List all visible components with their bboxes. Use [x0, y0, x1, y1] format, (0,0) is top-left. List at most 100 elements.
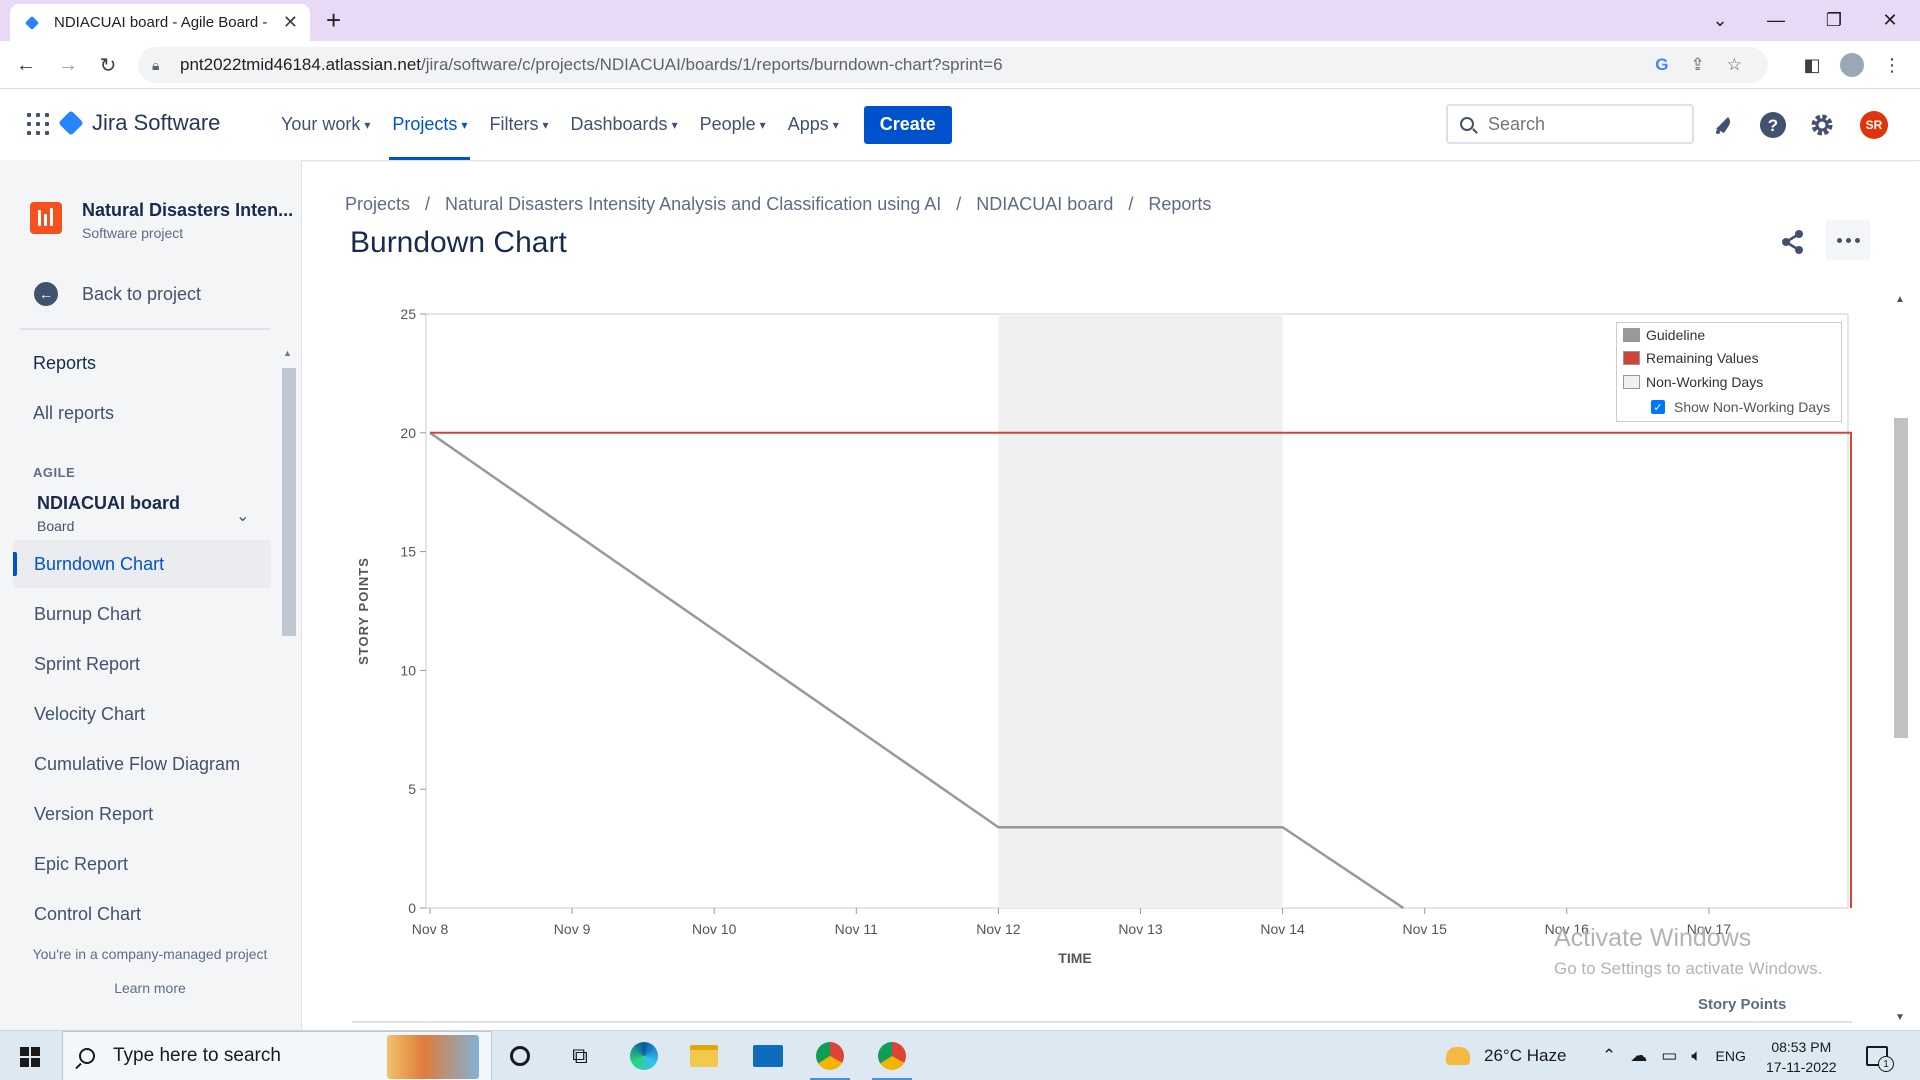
jira-favicon-icon — [25, 16, 39, 29]
weather-widget[interactable]: 26°C Haze — [1446, 1031, 1566, 1080]
chevron-down-icon: ▾ — [671, 117, 678, 132]
profile-avatar-icon[interactable] — [1836, 49, 1868, 81]
nav-your-work[interactable]: Your work ▾ — [270, 89, 381, 160]
notifications-bell-icon[interactable] — [1710, 111, 1738, 139]
breadcrumb-project[interactable]: Natural Disasters Intensity Analysis and… — [445, 194, 941, 215]
app-switcher-icon[interactable] — [27, 113, 49, 135]
chrome-profile-icon[interactable] — [868, 1036, 916, 1080]
legend-swatch — [1623, 375, 1640, 389]
sidebar-item-burndown-chart[interactable]: Burndown Chart — [13, 540, 271, 588]
chevron-down-icon: ▾ — [832, 117, 839, 132]
breadcrumb-projects[interactable]: Projects — [345, 194, 410, 215]
onedrive-cloud-icon[interactable]: ☁ — [1630, 1046, 1647, 1066]
close-window-icon[interactable]: ✕ — [1860, 0, 1920, 41]
main-scroll-thumb[interactable] — [1894, 418, 1908, 738]
sidebar-item-version-report[interactable]: Version Report — [13, 790, 271, 838]
windows-start-icon[interactable] — [20, 1047, 40, 1067]
file-explorer-icon[interactable] — [680, 1036, 728, 1076]
forward-arrow-icon[interactable]: → — [52, 49, 84, 81]
x-tick-label: Nov 9 — [554, 921, 591, 937]
back-arrow-icon[interactable]: ← — [10, 49, 42, 81]
taskbar-clock[interactable]: 08:53 PM 17-11-2022 — [1766, 1037, 1837, 1077]
content-divider — [352, 1021, 1852, 1023]
network-icon[interactable]: ▭ — [1661, 1046, 1677, 1066]
scroll-up-icon[interactable]: ▲ — [283, 348, 292, 358]
edge-browser-icon[interactable] — [620, 1036, 668, 1076]
search-input[interactable] — [1488, 113, 1678, 135]
jira-logo[interactable]: Jira Software — [58, 110, 220, 136]
x-tick-label: Nov 10 — [692, 921, 737, 937]
sidebar-scrollbar[interactable]: ▲ — [280, 348, 298, 938]
google-icon[interactable]: G — [1655, 55, 1668, 75]
sidebar-item-cumulative-flow[interactable]: Cumulative Flow Diagram — [13, 740, 271, 788]
learn-more-link[interactable]: Learn more — [0, 980, 300, 996]
tab-search-chevron-icon[interactable]: ⌄ — [1690, 0, 1750, 41]
sidebar-item-control-chart[interactable]: Control Chart — [13, 890, 271, 938]
side-panel-icon[interactable]: ◧ — [1796, 49, 1828, 81]
sidebar-item-burnup-chart[interactable]: Burnup Chart — [13, 590, 271, 638]
lock-icon: 🔒︎ — [152, 56, 160, 73]
sidebar-item-velocity-chart[interactable]: Velocity Chart — [13, 690, 271, 738]
sidebar-item-epic-report[interactable]: Epic Report — [13, 840, 271, 888]
nav-filters[interactable]: Filters ▾ — [478, 89, 559, 160]
minimize-icon[interactable]: — — [1746, 0, 1806, 41]
volume-icon[interactable]: 🔈︎ — [1691, 1046, 1701, 1066]
legend-item-non-working: Non-Working Days — [1623, 374, 1763, 390]
reload-icon[interactable]: ↻ — [92, 49, 124, 81]
project-header[interactable]: Natural Disasters Inten... Software proj… — [30, 200, 293, 241]
legend-swatch — [1623, 351, 1640, 365]
user-avatar[interactable]: SR — [1860, 111, 1888, 139]
share-icon[interactable] — [1778, 227, 1808, 257]
checkbox-checked-icon[interactable]: ✓ — [1651, 400, 1665, 414]
notifications-icon[interactable]: 1 — [1866, 1031, 1894, 1080]
nav-projects[interactable]: Projects ▾ — [381, 89, 478, 160]
all-reports-link[interactable]: All reports — [33, 403, 114, 424]
y-tick-label: 0 — [408, 900, 416, 916]
address-bar[interactable]: 🔒︎ pnt2022tmid46184.atlassian.net/jira/s… — [138, 47, 1768, 83]
share-page-icon[interactable]: ⇪ — [1691, 55, 1705, 75]
browser-tab[interactable]: NDIACUAI board - Agile Board - ✕ — [10, 4, 310, 41]
create-button[interactable]: Create — [863, 105, 952, 144]
mail-icon[interactable] — [744, 1036, 792, 1076]
new-tab-icon[interactable]: + — [326, 7, 341, 33]
chevron-down-icon: ▾ — [364, 117, 371, 132]
cortana-icon[interactable] — [496, 1036, 544, 1076]
more-actions-button[interactable] — [1826, 220, 1870, 260]
legend-item-guideline: Guideline — [1623, 327, 1705, 343]
nav-dashboards[interactable]: Dashboards ▾ — [560, 89, 689, 160]
legend-swatch — [1623, 328, 1640, 342]
nav-apps[interactable]: Apps ▾ — [777, 89, 850, 160]
chevron-up-icon[interactable]: ⌃ — [1602, 1046, 1616, 1066]
story-points-selector[interactable]: Story Points — [1698, 996, 1786, 1013]
bookmark-star-icon[interactable]: ☆ — [1727, 55, 1742, 75]
search-box[interactable] — [1446, 104, 1694, 144]
task-view-icon[interactable]: ⧉ — [556, 1036, 604, 1076]
show-non-working-days-toggle[interactable]: ✓ Show Non-Working Days — [1651, 399, 1830, 415]
language-indicator[interactable]: ENG — [1716, 1048, 1746, 1064]
breadcrumb-board[interactable]: NDIACUAI board — [976, 194, 1113, 215]
breadcrumb-reports[interactable]: Reports — [1148, 194, 1211, 215]
nav-people[interactable]: People ▾ — [689, 89, 777, 160]
settings-gear-icon[interactable] — [1808, 111, 1836, 139]
non-working-days-band — [998, 314, 1283, 908]
agile-section-label: AGILE — [33, 465, 76, 480]
chevron-down-icon[interactable]: ⌄ — [236, 506, 249, 526]
y-tick-label: 10 — [400, 662, 416, 678]
scroll-up-icon[interactable]: ▲ — [1895, 294, 1905, 305]
browser-toolbar: ← → ↻ 🔒︎ pnt2022tmid46184.atlassian.net/… — [0, 41, 1920, 89]
project-sidebar: Natural Disasters Inten... Software proj… — [0, 160, 302, 1030]
help-icon[interactable]: ? — [1759, 111, 1787, 139]
url-text: pnt2022tmid46184.atlassian.net/jira/soft… — [180, 55, 1003, 74]
chrome-icon[interactable] — [806, 1036, 854, 1080]
browser-menu-icon[interactable]: ⋮ — [1876, 49, 1908, 81]
taskbar-search[interactable]: Type here to search — [62, 1031, 492, 1080]
sidebar-scroll-thumb[interactable] — [282, 368, 296, 636]
legend-item-remaining: Remaining Values — [1623, 350, 1759, 366]
scroll-down-icon[interactable]: ▼ — [1895, 1012, 1905, 1023]
main-scrollbar[interactable]: ▲ ▼ — [1892, 290, 1908, 1030]
sidebar-item-sprint-report[interactable]: Sprint Report — [13, 640, 271, 688]
close-tab-icon[interactable]: ✕ — [283, 12, 298, 33]
board-selector[interactable]: NDIACUAI board Board — [37, 493, 180, 534]
restore-icon[interactable]: ❐ — [1804, 0, 1864, 41]
back-to-project-link[interactable]: ← Back to project — [34, 282, 201, 306]
